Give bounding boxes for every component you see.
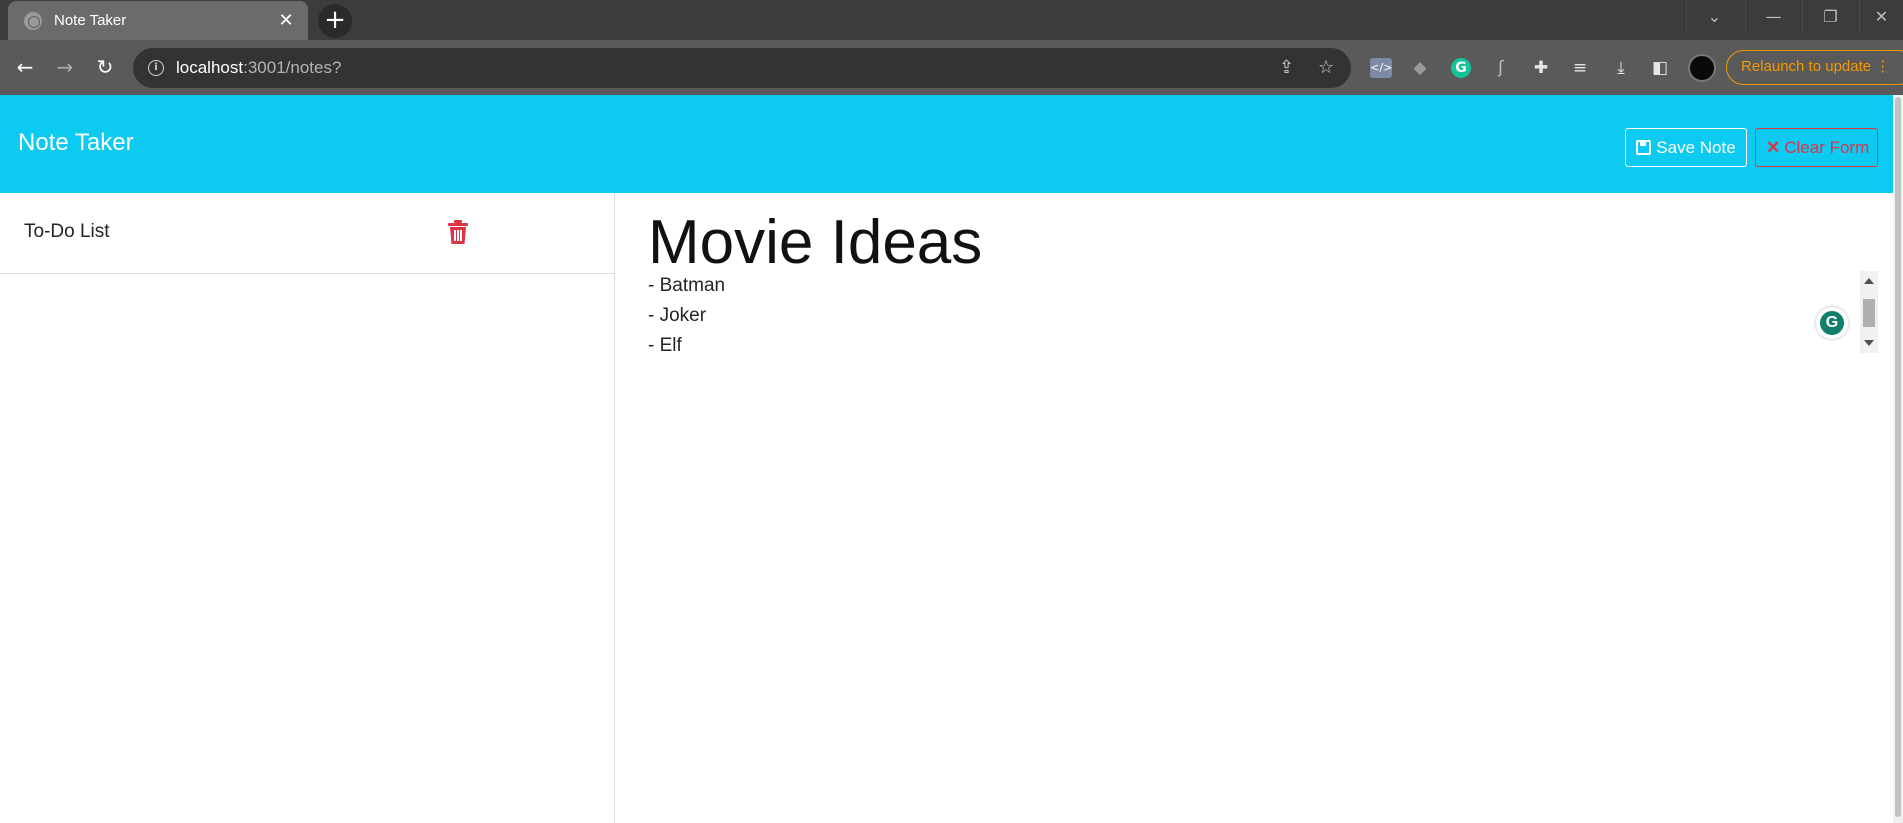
forward-icon[interactable]: → [50,52,80,82]
address-bar[interactable]: i localhost:3001/notes? ⇪ ☆ [133,48,1351,88]
scroll-up-icon[interactable] [1864,278,1874,284]
trash-icon[interactable] [448,220,468,244]
save-note-button[interactable]: Save Note [1625,128,1747,167]
browser-tab[interactable]: Note Taker ✕ [8,1,308,40]
minimize-icon[interactable]: — [1745,0,1801,34]
profile-avatar[interactable] [1688,54,1716,82]
share-icon[interactable]: ⇪ [1279,57,1294,78]
page-scroll-thumb[interactable] [1895,97,1901,817]
note-list-title[interactable]: To-Do List [24,221,110,243]
app-brand[interactable]: Note Taker [18,129,134,157]
tab-close-icon[interactable]: ✕ [276,10,296,31]
clear-form-label: Clear Form [1784,138,1870,157]
page-scrollbar[interactable] [1893,95,1903,823]
save-icon [1636,140,1652,155]
note-title-input[interactable]: Movie Ideas [648,207,982,278]
extensions-puzzle-icon[interactable]: ✚ [1529,56,1553,80]
puzzle-grey-extension-icon[interactable]: ◆ [1408,56,1432,80]
media-queue-icon[interactable]: ≡ [1568,56,1592,80]
relaunch-label: Relaunch to update [1741,58,1872,75]
reload-icon[interactable]: ↻ [90,52,120,82]
page: Note Taker Save Note ✕ Clear Form To-Do L… [0,95,1903,823]
relaunch-button[interactable]: Relaunch to update ⋮ [1726,50,1903,85]
x-icon: ✕ [1766,138,1781,157]
tab-search-icon[interactable]: ⌄ [1686,0,1742,34]
browser-toolbar: ← → ↻ i localhost:3001/notes? ⇪ ☆ </> ◆ … [0,40,1903,95]
url-path: :3001/notes? [243,58,342,77]
textarea-scrollbar[interactable] [1860,271,1878,353]
globe-icon [24,11,42,30]
url-text: localhost:3001/notes? [176,58,341,78]
tab-strip: Note Taker ✕ + ⌄ — ❐ ✕ [0,0,1903,40]
restore-icon[interactable]: ❐ [1802,0,1858,34]
back-icon[interactable]: ← [10,52,40,82]
new-tab-button[interactable]: + [318,4,352,38]
site-info-icon[interactable]: i [148,60,164,76]
grammarly-badge-icon[interactable]: G [1816,307,1848,339]
tab-title: Note Taker [54,12,127,29]
note-editor: Movie Ideas - Batman - Joker - Elf G [616,193,1893,823]
clear-form-button[interactable]: ✕ Clear Form [1755,128,1878,167]
save-note-label: Save Note [1656,138,1736,157]
notes-sidebar: To-Do List [0,193,615,823]
code-extension-icon[interactable]: </> [1370,58,1392,78]
url-host: localhost [176,58,244,77]
scroll-thumb[interactable] [1863,299,1875,327]
list-item[interactable]: To-Do List [0,193,614,274]
side-panel-icon[interactable]: ◧ [1648,56,1672,80]
grammarly-extension-icon[interactable]: G [1451,58,1471,78]
bookmark-star-icon[interactable]: ☆ [1318,57,1334,78]
note-text-area[interactable]: - Batman - Joker - Elf [648,271,1858,356]
scroll-down-icon[interactable] [1864,340,1874,346]
close-window-icon[interactable]: ✕ [1859,0,1903,34]
script-extension-icon[interactable]: ʃ [1489,56,1513,80]
app-navbar: Note Taker Save Note ✕ Clear Form [0,95,1893,193]
grammarly-badge-letter: G [1820,311,1844,335]
download-icon[interactable]: ⤓ [1609,56,1633,80]
